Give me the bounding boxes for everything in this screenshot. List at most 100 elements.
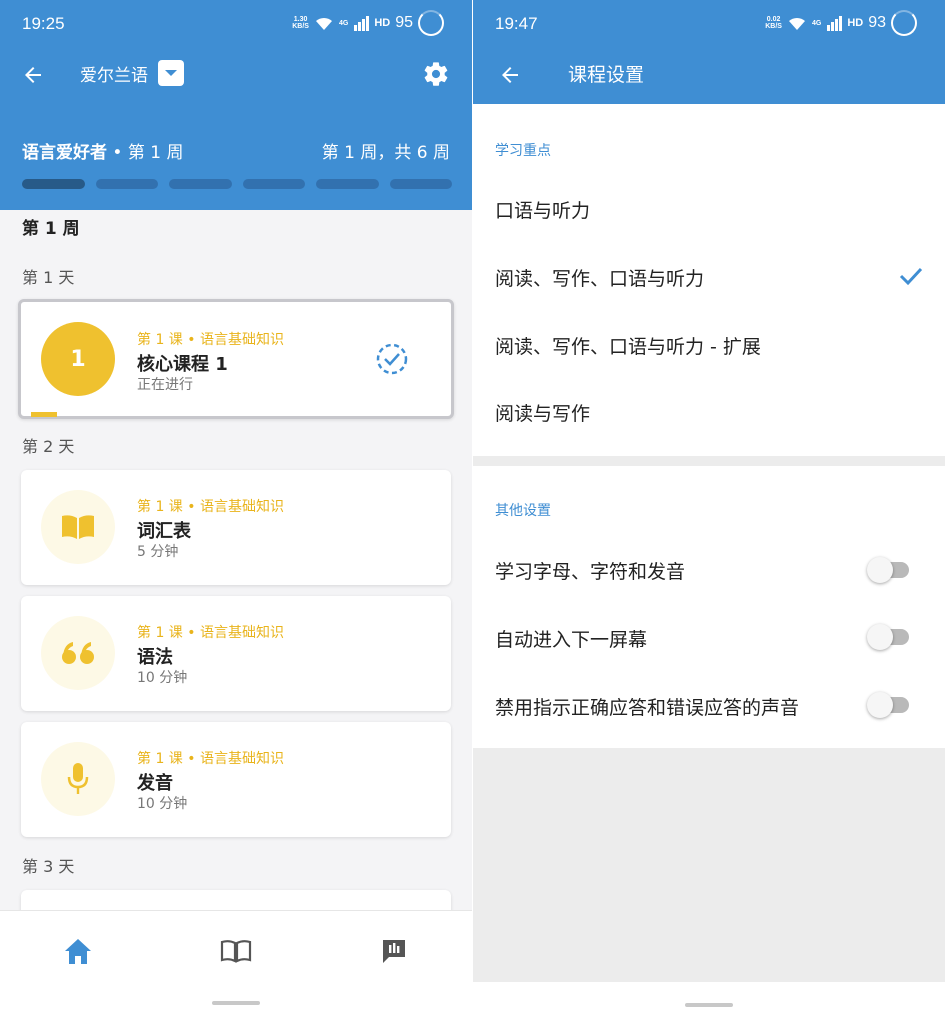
focus-option[interactable]: 口语与听力 [495,196,590,223]
toggle-learn-alphabet[interactable] [867,557,909,583]
signal-icon [827,16,843,31]
network-type: 4G [811,19,822,27]
nav-feedback[interactable] [376,933,412,969]
gear-icon [424,62,448,86]
status-icons: 1.30 KB/S 4G HD 95 [292,10,444,36]
system-nav-area [473,982,945,1024]
lesson-title: 发音 [137,773,173,794]
book-icon [62,515,94,539]
language-name: 爱尔兰语 [80,65,148,86]
network-speed: 0.02 KB/S [765,16,782,30]
lesson-card-grammar[interactable]: 第 1 课 • 语言基础知识 语法 10 分钟 [21,596,451,711]
lesson-status: 正在进行 [137,377,193,393]
day-label: 第 2 天 [22,437,75,456]
nav-library[interactable] [218,933,254,969]
toggle-knob [867,692,893,718]
lesson-subtitle: 第 1 课 • 语言基础知识 [137,751,284,767]
progress-marker [31,412,57,417]
week-segment-6 [389,179,452,189]
back-button[interactable] [495,60,525,90]
status-time: 19:25 [22,14,65,33]
lesson-title: 语法 [137,647,173,668]
back-button[interactable] [18,60,48,90]
lesson-icon-badge [41,490,115,564]
learning-focus-section: 学习重点 口语与听力 阅读、写作、口语与听力 阅读、写作、口语与听力 - 扩展 … [473,104,945,456]
course-header: 爱尔兰语 语言爱好者 • 第 1 周 第 1 周，共 6 周 [0,46,472,210]
toggle-auto-advance[interactable] [867,624,909,650]
battery-ring-icon [891,10,917,36]
lesson-subtitle: 第 1 课 • 语言基础知识 [137,625,284,641]
lesson-subtitle: 第 1 课 • 语言基础知识 [137,499,284,515]
lesson-duration: 10 分钟 [137,670,188,686]
course-settings-screen: 19:47 0.02 KB/S 4G HD 93 课程设置 学习重点 口语与听力… [473,0,945,1024]
battery-level: 93 [868,14,886,31]
arrow-left-icon [25,67,41,83]
toggle-knob [867,557,893,583]
lesson-card-core[interactable]: 1 第 1 课 • 语言基础知识 核心课程 1 正在进行 [18,299,454,419]
battery-ring-icon [418,10,444,36]
focus-option[interactable]: 阅读与写作 [495,399,590,426]
lesson-title: 词汇表 [137,521,191,542]
day-label: 第 1 天 [22,268,75,287]
toggle-disable-sounds[interactable] [867,692,909,718]
week-segment-3 [169,179,232,189]
library-icon [220,940,252,963]
language-selector[interactable]: 爱尔兰语 [80,60,184,86]
gesture-bar [685,1003,733,1007]
status-time: 19:47 [495,14,538,33]
lesson-card-vocabulary[interactable]: 第 1 课 • 语言基础知识 词汇表 5 分钟 [21,470,451,585]
hd-badge: HD [374,16,391,29]
setting-label: 禁用指示正确应答和错误应答的声音 [495,697,800,719]
status-bar: 19:25 1.30 KB/S 4G HD 95 [0,0,472,46]
lesson-card-pronunciation[interactable]: 第 1 课 • 语言基础知识 发音 10 分钟 [21,722,451,837]
nav-home[interactable] [60,933,96,969]
week-segment-5 [316,179,379,189]
settings-button[interactable] [420,58,452,90]
day-label: 第 3 天 [22,857,75,876]
week-segment-4 [242,179,305,189]
status-icons: 0.02 KB/S 4G HD 93 [765,10,917,36]
focus-option-selected[interactable]: 阅读、写作、口语与听力 [495,264,704,291]
hd-badge: HD [847,16,864,29]
network-type: 4G [338,19,349,27]
lesson-icon-badge [41,616,115,690]
page-title: 课程设置 [568,64,645,86]
caret-down-icon [165,70,177,76]
bottom-navigation [0,910,472,1024]
home-icon [65,939,91,964]
lesson-icon-badge [41,742,115,816]
week-count: 第 1 周，共 6 周 [321,143,450,163]
settings-header: 课程设置 [473,46,945,104]
in-progress-check-icon [376,343,408,375]
battery-level: 95 [395,14,413,31]
section-title: 其他设置 [495,503,551,519]
quote-icon [62,642,94,664]
week-title: 第 1 周 [22,219,80,239]
setting-label: 学习字母、字符和发音 [495,561,686,583]
setting-label: 自动进入下一屏幕 [495,629,648,651]
lesson-duration: 5 分钟 [137,544,179,560]
dropdown-button[interactable] [158,60,184,86]
week-segment-2 [95,179,158,189]
week-progress-bar [22,179,452,189]
lesson-subtitle: 第 1 课 • 语言基础知识 [137,332,284,348]
lesson-number-badge: 1 [41,322,115,396]
week-segment-1 [22,179,85,189]
gesture-bar [212,1001,260,1005]
signal-icon [354,16,370,31]
lesson-duration: 10 分钟 [137,796,188,812]
feedback-icon [383,940,405,963]
toggle-knob [867,624,893,650]
network-speed: 1.30 KB/S [292,16,309,30]
level-label: 语言爱好者 • 第 1 周 [22,143,184,163]
arrow-left-icon [502,67,518,83]
course-home-screen: 19:25 1.30 KB/S 4G HD 95 爱尔兰语 语言爱好者 • 第 … [0,0,472,1024]
focus-option[interactable]: 阅读、写作、口语与听力 - 扩展 [495,332,761,359]
lesson-title: 核心课程 1 [137,354,228,375]
wifi-icon [788,17,805,30]
wifi-icon [315,17,332,30]
status-bar: 19:47 0.02 KB/S 4G HD 93 [473,0,945,46]
other-settings-section: 其他设置 学习字母、字符和发音 自动进入下一屏幕 禁用指示正确应答和错误应答的声… [473,466,945,748]
microphone-icon [67,763,89,794]
section-title: 学习重点 [495,143,551,159]
